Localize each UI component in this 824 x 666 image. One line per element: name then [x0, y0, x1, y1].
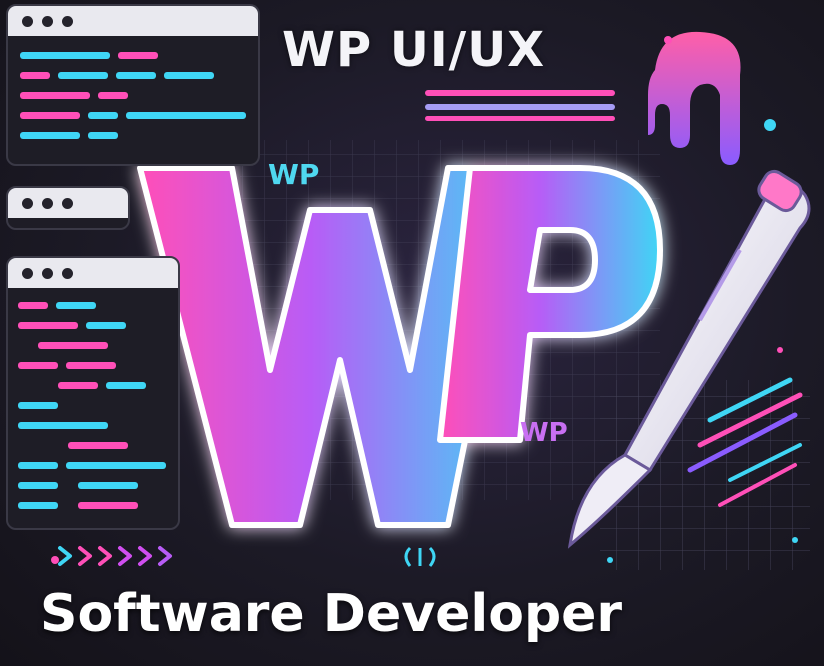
badge-mid: WP [520, 418, 568, 448]
window-dot-icon [62, 197, 73, 209]
window-dot-icon [42, 197, 53, 209]
code-lines [8, 288, 178, 528]
window-dot-icon [62, 15, 73, 27]
badge-top: WP [268, 158, 320, 191]
headline: WP UI/UX [282, 22, 546, 78]
headline-underline-cyan [425, 104, 615, 110]
window-dot-icon [22, 197, 33, 209]
headline-underline-pink [425, 90, 615, 96]
footer-title: Software Developer [40, 584, 623, 644]
window-dot-icon [62, 267, 73, 279]
headline-underline-pink [425, 116, 615, 121]
window-dot-icon [22, 267, 33, 279]
window-titlebar [8, 6, 258, 36]
chevrons-icon [58, 546, 172, 566]
paint-drip-icon [648, 31, 741, 166]
window-titlebar [8, 258, 178, 288]
window-dot-icon [42, 267, 53, 279]
code-lines [8, 36, 258, 164]
code-window-icon [6, 186, 130, 230]
code-window-icon [6, 4, 260, 166]
window-dot-icon [42, 15, 53, 27]
window-titlebar [8, 188, 128, 218]
code-braces-icon [404, 546, 436, 567]
window-dot-icon [22, 15, 33, 27]
code-window-icon [6, 256, 180, 530]
